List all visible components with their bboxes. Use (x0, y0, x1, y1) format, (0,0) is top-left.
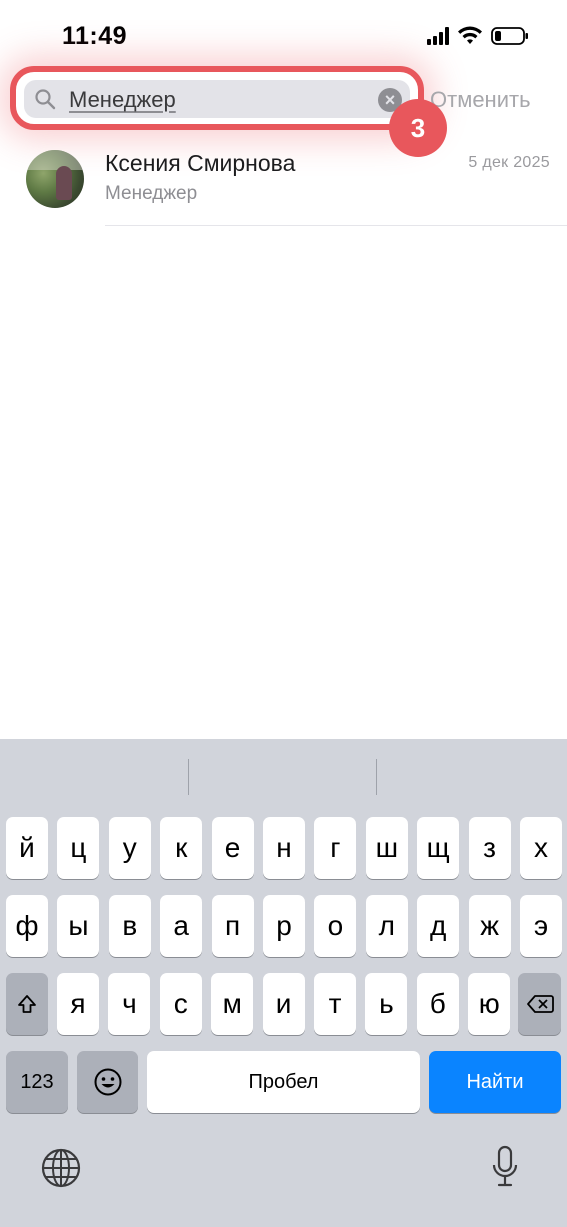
key-row1-3[interactable]: у (108, 817, 151, 879)
key-row1-9[interactable]: щ (417, 817, 460, 879)
suggestion-divider (188, 759, 189, 795)
cancel-button[interactable]: Отменить (430, 87, 531, 113)
key-row2-10[interactable]: ж (468, 895, 511, 957)
list-item[interactable]: Ксения Смирнова Менеджер 5 дек 2025 (0, 140, 567, 226)
search-query[interactable]: Менеджер (69, 87, 176, 113)
suggestion-divider (376, 759, 377, 795)
numbers-key[interactable]: 123 (6, 1051, 68, 1113)
key-row2-5[interactable]: п (211, 895, 254, 957)
key-row3-7[interactable]: ь (365, 973, 408, 1035)
contact-subtitle: Менеджер (105, 183, 198, 204)
key-row1-1[interactable]: й (6, 817, 48, 879)
key-row1-6[interactable]: н (263, 817, 305, 879)
key-row2-7[interactable]: о (314, 895, 357, 957)
key-row1-8[interactable]: ш (365, 817, 408, 879)
key-row3-3[interactable]: с (159, 973, 202, 1035)
globe-icon[interactable] (40, 1147, 82, 1189)
microphone-icon[interactable] (490, 1145, 520, 1189)
shift-key[interactable] (6, 973, 48, 1035)
status-bar: 11:49 (0, 0, 567, 66)
key-row1-4[interactable]: к (160, 817, 203, 879)
emoji-icon (94, 1068, 121, 1096)
key-row2-4[interactable]: а (160, 895, 203, 957)
avatar (26, 150, 84, 208)
status-time: 11:49 (62, 22, 128, 50)
key-row1-7[interactable]: г (314, 817, 357, 879)
key-row3-9[interactable]: ю (468, 973, 511, 1035)
key-row2-9[interactable]: д (417, 895, 460, 957)
key-row2-3[interactable]: в (108, 895, 151, 957)
wifi-icon (458, 26, 482, 44)
contact-date: 5 дек 2025 (468, 154, 550, 171)
divider (105, 225, 567, 226)
search-icon (35, 89, 56, 110)
key-row2-6[interactable]: р (263, 895, 305, 957)
search-key[interactable]: Найти (429, 1051, 561, 1113)
search-row: Менеджер × Отменить 3 (0, 66, 567, 157)
key-row1-2[interactable]: ц (57, 817, 100, 879)
battery-icon (491, 27, 528, 45)
status-icons (427, 26, 529, 46)
key-row3-6[interactable]: т (314, 973, 356, 1035)
key-row2-1[interactable]: ф (6, 895, 48, 957)
key-row3-4[interactable]: м (211, 973, 254, 1035)
keyboard: йцукенгшщзх фывапролджэ ячсмитьбю 123 Пр… (0, 739, 567, 1227)
key-row3-2[interactable]: ч (108, 973, 151, 1035)
backspace-key[interactable] (518, 973, 561, 1035)
key-row2-8[interactable]: л (365, 895, 408, 957)
key-row3-8[interactable]: б (416, 973, 459, 1035)
shift-icon (18, 995, 36, 1013)
key-row2-11[interactable]: э (520, 895, 562, 957)
key-row1-5[interactable]: е (211, 817, 254, 879)
emoji-key[interactable] (77, 1051, 138, 1113)
key-row3-1[interactable]: я (57, 973, 99, 1035)
key-row2-2[interactable]: ы (57, 895, 100, 957)
key-row3-5[interactable]: и (262, 973, 305, 1035)
space-key[interactable]: Пробел (147, 1051, 420, 1113)
search-input[interactable]: Менеджер × (24, 80, 410, 118)
backspace-icon (526, 995, 554, 1013)
key-row1-10[interactable]: з (468, 817, 511, 879)
key-row1-11[interactable]: х (520, 817, 562, 879)
contact-name: Ксения Смирнова (105, 150, 296, 176)
signal-icon (427, 27, 449, 45)
